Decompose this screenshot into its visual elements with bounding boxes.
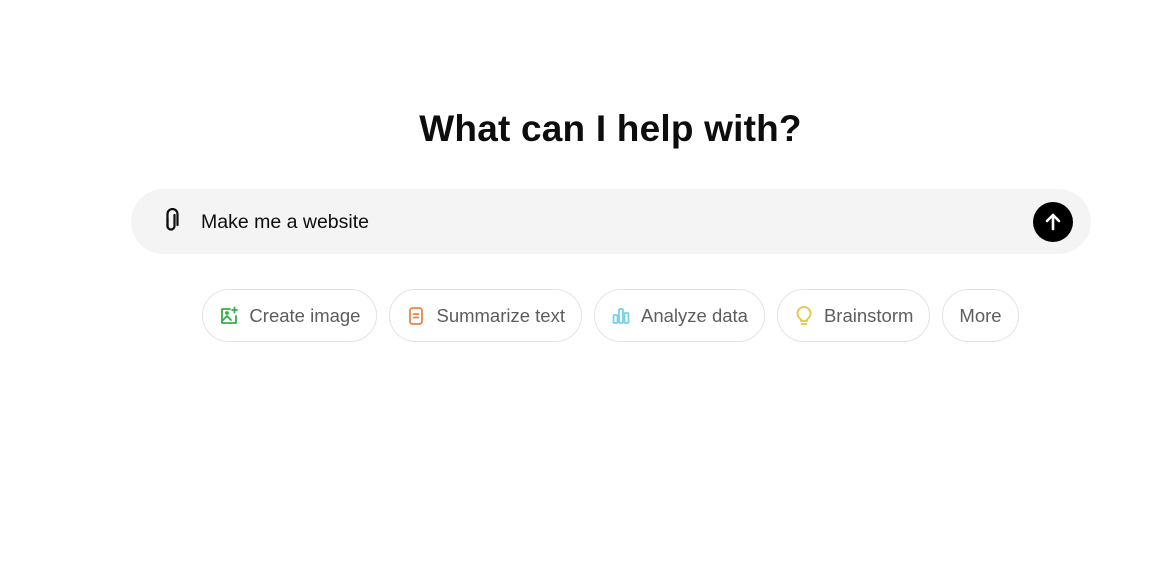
paperclip-icon <box>166 208 179 231</box>
brainstorm-chip[interactable]: Brainstorm <box>776 289 931 342</box>
image-sparkle-icon <box>221 306 239 324</box>
chip-label: Brainstorm <box>823 304 914 326</box>
attach-file-button[interactable] <box>155 205 187 237</box>
chip-label: Analyze data <box>641 304 748 326</box>
create-image-chip[interactable]: Create image <box>202 289 378 342</box>
send-button[interactable] <box>1033 202 1073 242</box>
prompt-composer <box>131 189 1091 254</box>
more-chip[interactable]: More <box>942 289 1019 342</box>
prompt-input[interactable] <box>201 206 1021 238</box>
chat-home-page: What can I help with? Make me a website … <box>0 0 1164 561</box>
lightbulb-icon <box>796 305 812 325</box>
chip-label: More <box>959 304 1002 326</box>
chip-label: Summarize text <box>436 304 565 326</box>
analyze-data-chip[interactable]: Analyze data <box>594 289 765 342</box>
document-icon <box>409 306 424 325</box>
bar-chart-icon <box>612 307 630 324</box>
suggestion-chips: Create image Summarize text Analyze data <box>0 289 1164 342</box>
page-title: What can I help with? <box>419 108 802 149</box>
arrow-up-icon <box>1045 213 1061 231</box>
chip-label: Create image <box>249 304 361 326</box>
summarize-text-chip[interactable]: Summarize text <box>389 289 582 342</box>
